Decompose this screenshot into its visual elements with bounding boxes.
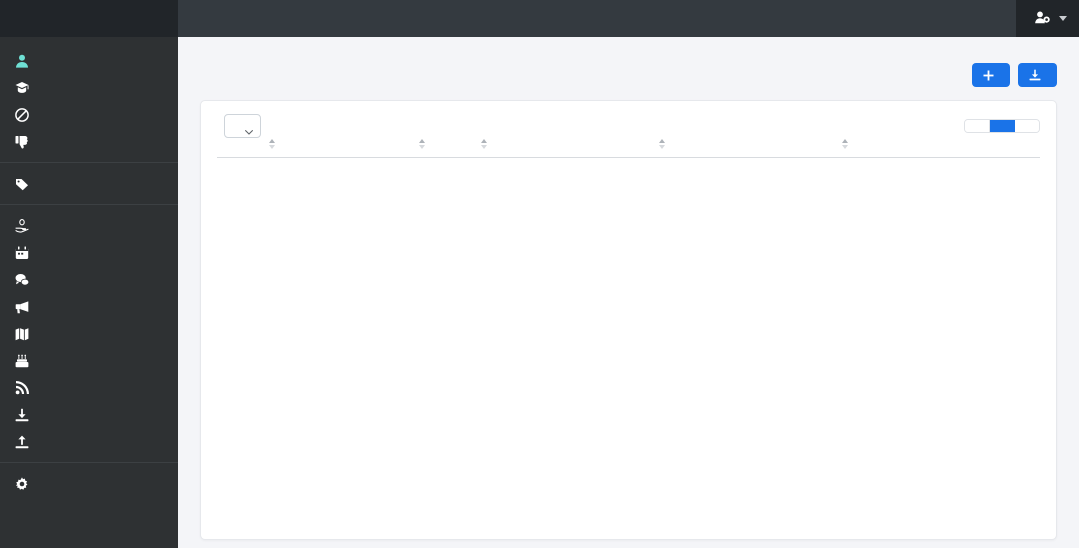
pagination [964,119,1040,133]
sort-indicator[interactable] [269,139,275,149]
column-header-email[interactable] [481,139,673,158]
sidebar-item-birthdays[interactable] [0,347,178,374]
sidebar-item-communications[interactable] [0,293,178,320]
download-icon [14,407,29,422]
column-header-phone[interactable] [728,146,856,158]
sidebar-item-member[interactable] [0,47,178,74]
sidebar-item-expelled[interactable] [0,128,178,155]
member-table [217,139,1040,158]
sidebar-divider-1 [0,162,178,163]
sidebar-item-import[interactable] [0,428,178,455]
page-header [178,37,1079,87]
sidebar [0,37,178,548]
sidebar-item-do-not-contact[interactable] [0,101,178,128]
user-icon [14,53,29,68]
sidebar-item-events[interactable] [0,239,178,266]
new-member-button[interactable] [972,63,1010,87]
sidebar-item-export[interactable] [0,401,178,428]
ban-icon [14,107,29,122]
comments-icon [14,272,29,287]
plus-icon [983,70,994,81]
table-header-row [217,139,1040,158]
export-button[interactable] [1018,63,1057,87]
member-table-card [200,100,1057,540]
sidebar-item-directory-admin[interactable] [0,470,178,497]
sidebar-divider-3 [0,462,178,463]
sidebar-item-member-map[interactable] [0,320,178,347]
sidebar-item-donations[interactable] [0,212,178,239]
pagination-previous[interactable] [965,120,990,132]
hand-holding-dollar-icon [14,218,29,233]
body-row [0,37,1079,548]
sort-indicator[interactable] [481,139,487,149]
table-toolbar [201,101,1056,146]
user-menu[interactable] [1016,0,1079,37]
upload-icon [14,434,29,449]
pagination-page-1[interactable] [990,120,1015,132]
sidebar-group-status [0,43,178,159]
search-input[interactable] [195,11,515,26]
page-size-select-wrap [224,114,261,138]
sidebar-group-tools [0,208,178,459]
sidebar-item-tags[interactable] [0,170,178,197]
brand-title[interactable] [0,0,178,37]
column-header-name[interactable] [269,139,433,158]
column-header-address[interactable] [842,139,1040,158]
download-icon [1029,69,1041,81]
user-gear-icon [1035,11,1050,27]
sort-indicator[interactable] [659,139,665,149]
map-icon [14,326,29,341]
sort-indicator[interactable] [419,139,425,149]
table-scroll-area [201,139,1056,158]
page-actions [972,53,1057,87]
pagination-next[interactable] [1015,120,1039,132]
gear-icon [14,476,29,491]
calendar-icon [14,245,29,260]
column-header-social[interactable] [659,139,728,158]
sidebar-group-admin [0,466,178,501]
birthday-cake-icon [14,353,29,368]
directory-search-container [178,0,1016,37]
rss-icon [14,380,29,395]
sort-indicator[interactable] [842,139,848,149]
sidebar-item-messenger[interactable] [0,266,178,293]
show-entries-control [217,114,268,138]
top-navbar [0,0,1079,37]
bullhorn-icon [14,299,29,314]
sidebar-divider-2 [0,204,178,205]
tags-icon [14,176,29,191]
sidebar-item-recent-changes[interactable] [0,374,178,401]
thumbs-down-icon [14,134,29,149]
caret-down-icon [1059,16,1067,21]
app-root [0,0,1079,548]
graduation-cap-icon [14,80,29,95]
main-content [178,37,1079,548]
sidebar-item-alumnus[interactable] [0,74,178,101]
sidebar-group-tags [0,166,178,201]
table-header [217,139,1040,158]
page-size-select[interactable] [224,114,261,138]
